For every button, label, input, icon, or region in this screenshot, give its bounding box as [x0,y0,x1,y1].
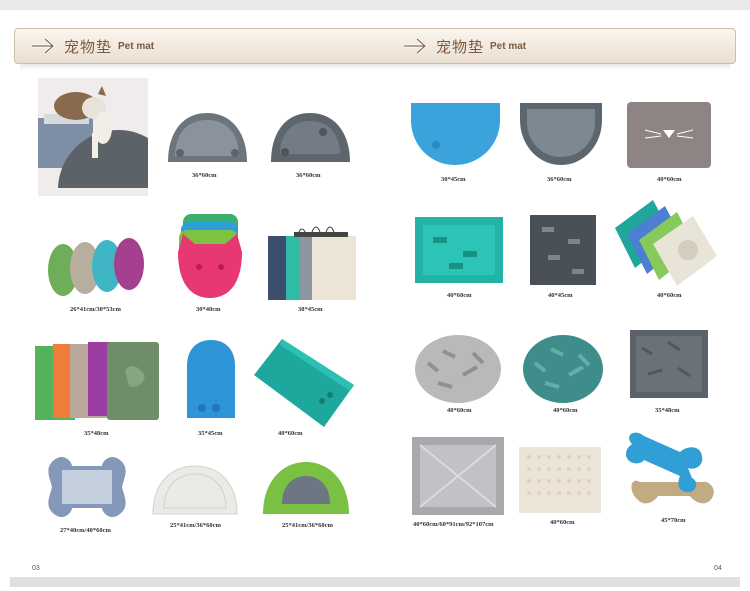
caption: 30*45cm [441,176,466,183]
mat-beige-dot-rect [517,445,603,520]
page-number-left: 03 [32,565,40,572]
mat-oval-blue-right [408,100,503,173]
caption: 36*60cm [296,172,321,179]
mat-cat-face-rect [625,100,713,175]
header-shadow [20,64,730,70]
mat-oval-grey-pattern [413,333,503,410]
mat-half-moon-grey [165,110,250,170]
caption: 25*41cm/36*60cm [170,522,221,529]
mat-grey-bones [528,213,598,292]
caption: 30*40cm [196,306,221,313]
mat-rect-color-set [35,340,160,427]
caption: 40*60cm [447,292,472,299]
mat-bone-blue-set [620,430,720,515]
header-left: 宠物垫 Pet mat [30,31,154,61]
header-title-zh: 宠物垫 [64,37,113,56]
mat-oval-blue [182,338,240,428]
page-number-right: 04 [714,565,722,572]
mat-teal-rect [252,335,357,435]
caption: 35*45cm [198,430,223,437]
caption: 40*60cm [657,176,682,183]
cat-on-mat-photo [38,78,148,196]
header-title-zh: 宠物垫 [436,37,485,56]
caption: 40*60cm [657,292,682,299]
mat-half-round-grey [517,100,605,173]
mat-rect-fan-set [613,198,723,295]
caption: 40*60cm/60*91cm/92*107cm [413,521,494,528]
caption: 40*45cm [548,292,573,299]
mat-half-moon-grey-2 [268,110,353,170]
mat-bone-shape [42,452,132,527]
caption: 40*60cm [553,407,578,414]
top-band [0,0,750,10]
caption: 27*40cm/40*60cm [60,527,111,534]
mat-half-moon-white [150,462,240,522]
mat-oval-teal-pattern [521,333,606,410]
mat-teal-bones [413,215,505,290]
header-right: 宠物垫 Pet mat [402,31,526,61]
caption: 35*48cm [84,430,109,437]
caption: 25*41cm/36*60cm [282,522,333,529]
caption: 40*60cm [278,430,303,437]
mat-grey-mesh-rect [410,435,506,522]
caption: 38*45cm [298,306,323,313]
mat-bowl-shape-set [45,220,150,305]
bottom-band [10,577,740,587]
caption: 40*60cm [550,519,575,526]
caption: 26*41cm/30*53cm [70,306,121,313]
header-title-en: Pet mat [490,40,527,52]
mat-cat-face-set [175,212,245,307]
caption: 40*60cm [447,407,472,414]
mat-grey-square-pattern [628,328,710,405]
mat-half-moon-green [260,458,352,523]
caption: 36*60cm [192,172,217,179]
caption: 35*48cm [655,407,680,414]
arrow-right-icon [404,37,428,55]
header-title-en: Pet mat [118,40,155,52]
caption: 45*70cm [661,517,686,524]
mat-hanging-set [268,222,358,307]
caption: 36*60cm [547,176,572,183]
arrow-right-icon [32,37,56,55]
